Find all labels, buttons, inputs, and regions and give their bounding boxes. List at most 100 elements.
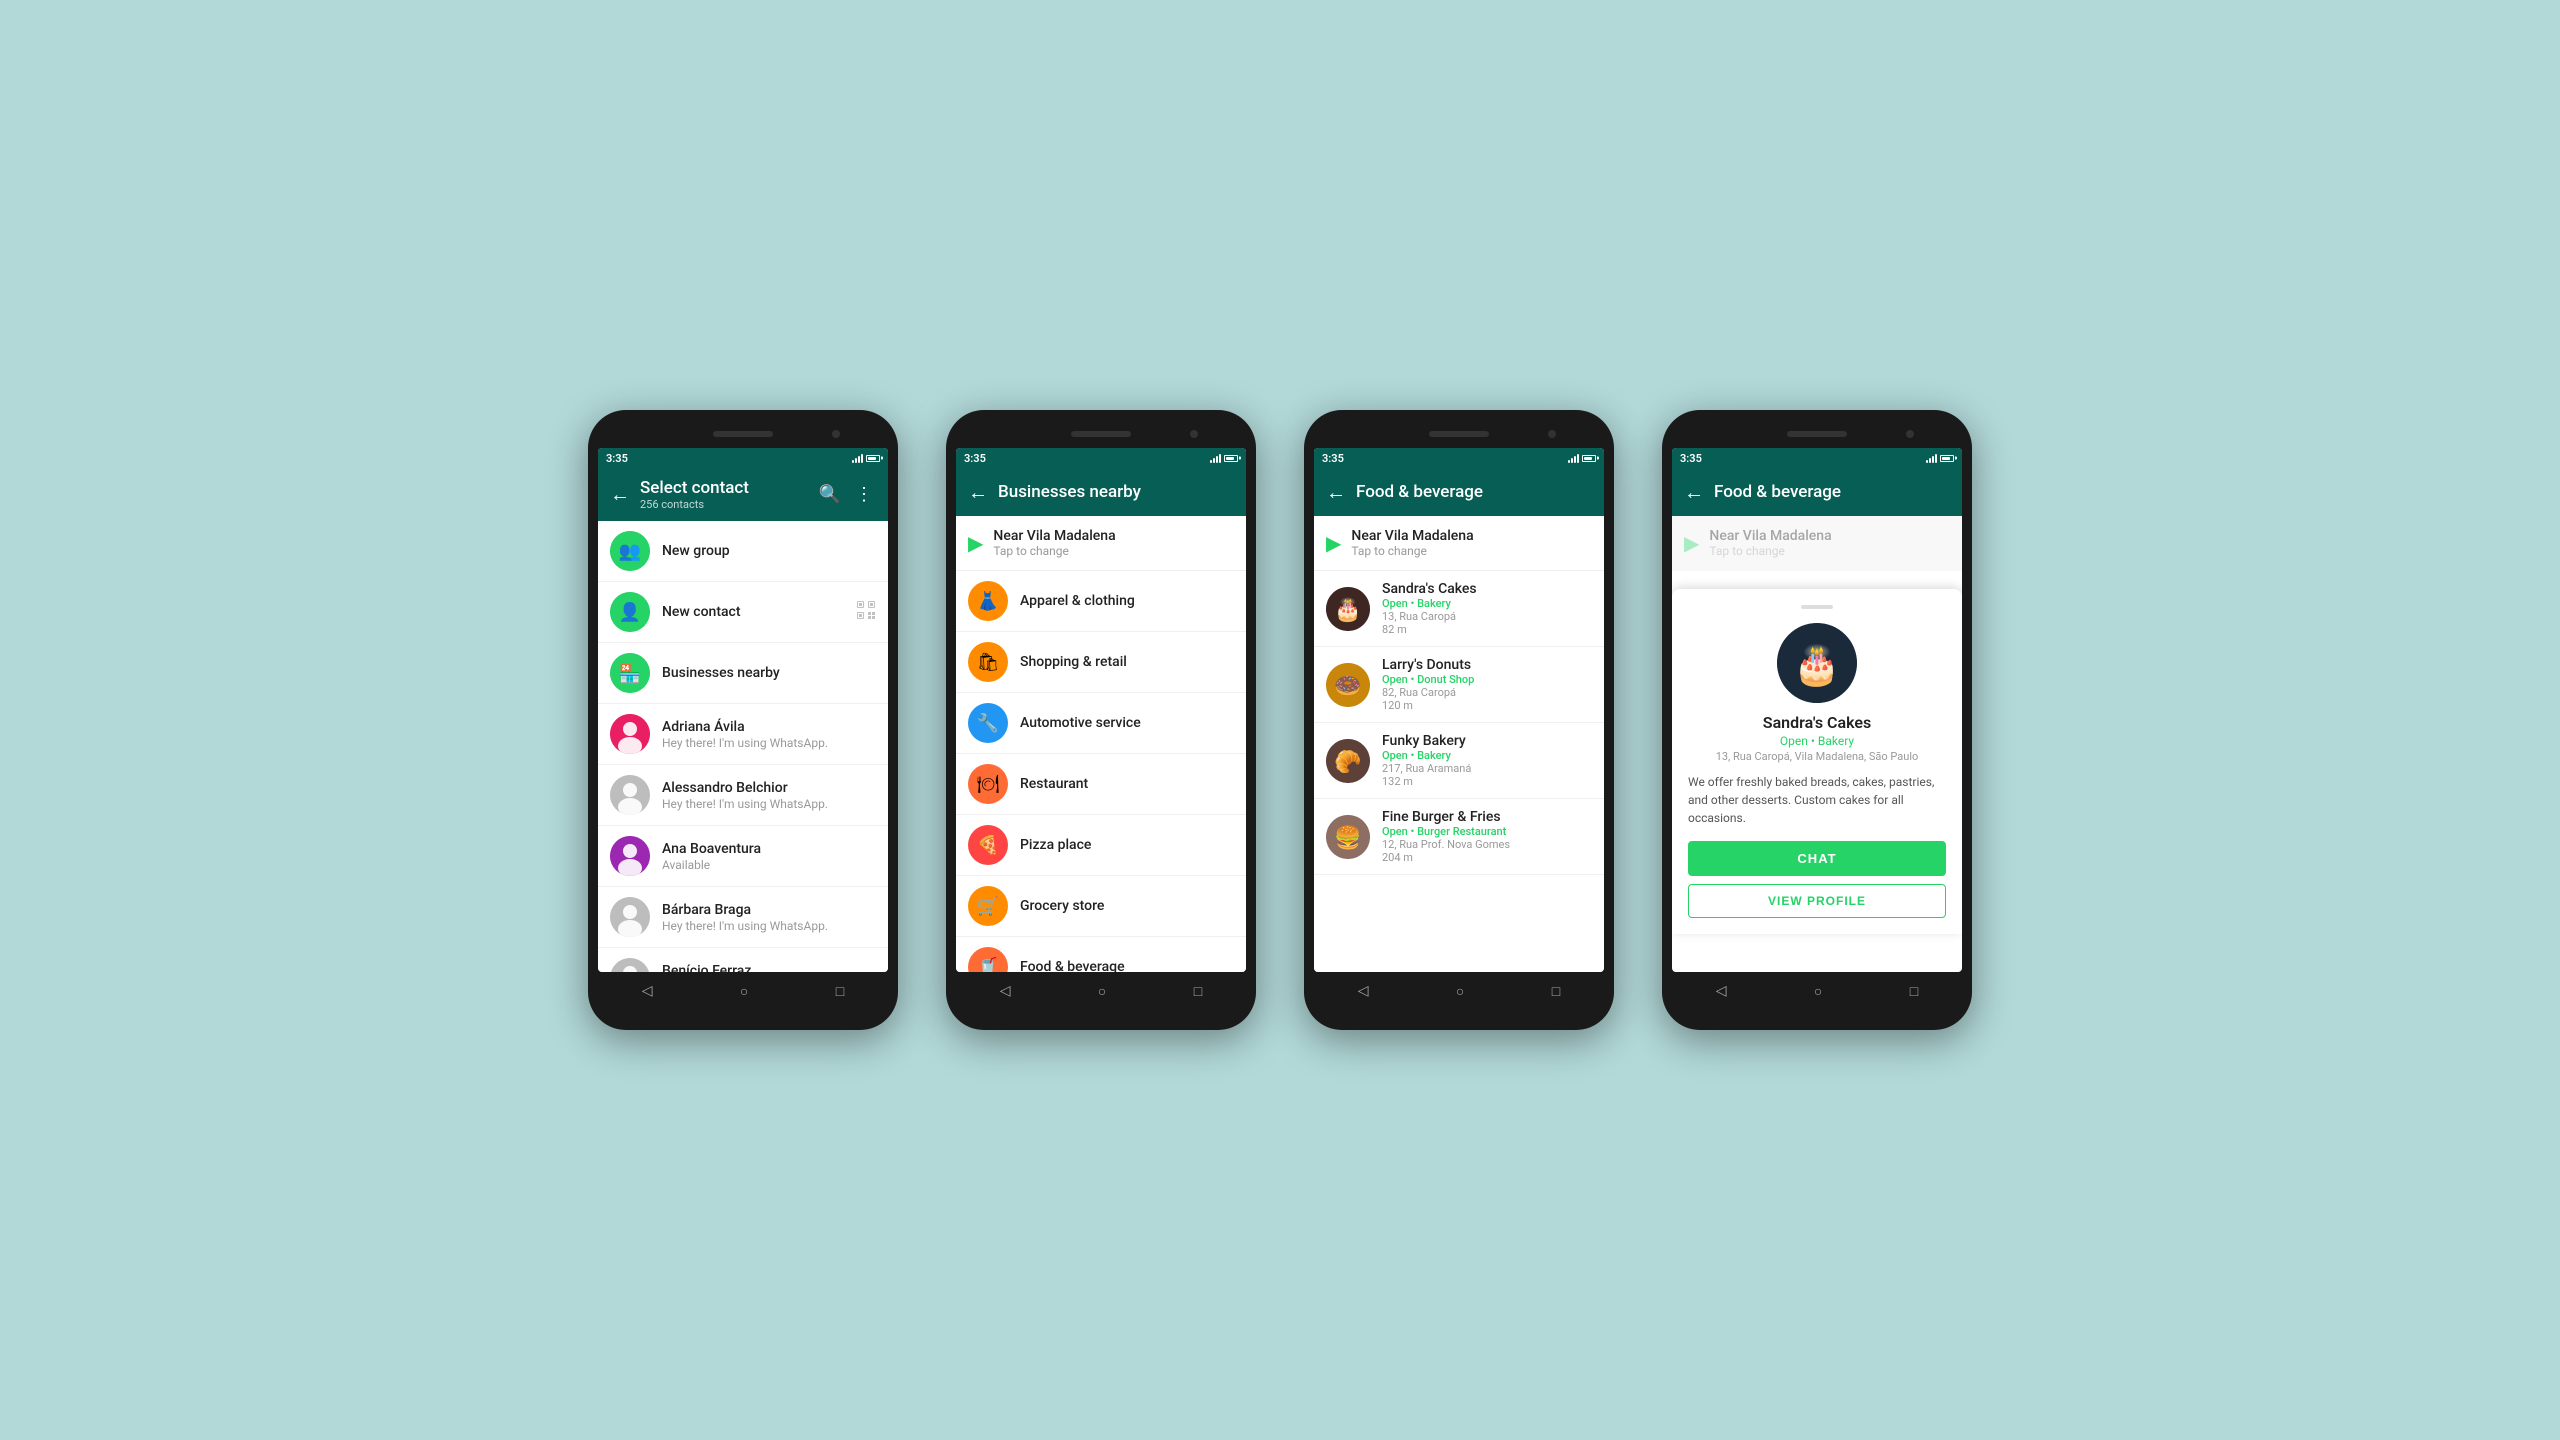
cat-grocery[interactable]: 🛒 Grocery store [956, 876, 1246, 937]
sandras-name: Sandra's Cakes [1382, 581, 1477, 597]
cat-pizza[interactable]: 🍕 Pizza place [956, 815, 1246, 876]
sandras-dist: 82 m [1382, 623, 1477, 636]
phone-2: 3:35 ← Businesses nearby ▶ Near Vila Mad… [946, 410, 1256, 1030]
biz-larrys[interactable]: 🍩 Larry's Donuts Open • Donut Shop 82, R… [1314, 647, 1604, 723]
time-4: 3:35 [1680, 452, 1702, 465]
burger-name: Fine Burger & Fries [1382, 809, 1510, 825]
location-sub-4: Tap to change [1709, 544, 1831, 558]
phone-1: 3:35 ← Select contact 256 contacts 🔍 ⋮ [588, 410, 898, 1030]
svg-text:🍩: 🍩 [1334, 674, 1361, 699]
food-label: Food & beverage [1020, 959, 1125, 972]
recents-nav-1[interactable]: □ [836, 983, 844, 1000]
camera-4 [1906, 430, 1914, 438]
back-button-1[interactable]: ← [610, 482, 630, 507]
chat-button[interactable]: CHAT [1688, 841, 1946, 876]
phone-2-nav: ◁ ○ □ [956, 972, 1246, 1010]
food-icon: 🥤 [968, 947, 1008, 972]
home-nav-1[interactable]: ○ [740, 983, 748, 1000]
view-profile-button[interactable]: VIEW PROFILE [1688, 884, 1946, 918]
biz-sandras[interactable]: 🎂 Sandra's Cakes Open • Bakery 13, Rua C… [1314, 571, 1604, 647]
phone-2-screen: 3:35 ← Businesses nearby ▶ Near Vila Mad… [956, 448, 1246, 972]
contact-adriana[interactable]: Adriana Ávila Hey there! I'm using Whats… [598, 704, 888, 765]
contact-benicio-name: Benício Ferraz [662, 963, 876, 973]
phone-3-bottom [1314, 1010, 1604, 1020]
back-button-3[interactable]: ← [1326, 480, 1346, 505]
recents-nav-2[interactable]: □ [1194, 983, 1202, 1000]
recents-nav-3[interactable]: □ [1552, 983, 1560, 1000]
svg-text:🏪: 🏪 [619, 663, 641, 685]
status-bar-1: 3:35 [598, 448, 888, 468]
cat-restaurant[interactable]: 🍽 Restaurant [956, 754, 1246, 815]
location-bar-3[interactable]: ▶ Near Vila Madalena Tap to change [1314, 516, 1604, 571]
contact-ana-name: Ana Boaventura [662, 841, 876, 857]
cat-shopping[interactable]: 🛍 Shopping & retail [956, 632, 1246, 693]
back-button-2[interactable]: ← [968, 480, 988, 505]
back-nav-1[interactable]: ◁ [642, 983, 653, 999]
new-group-icon: 👥 [610, 531, 650, 571]
phone-3-screen: 3:35 ← Food & beverage ▶ Near Vila Madal… [1314, 448, 1604, 972]
status-icons-3 [1568, 453, 1596, 463]
funky-addr: 217, Rua Aramaná [1382, 762, 1471, 775]
phone-4-top-bar [1672, 420, 1962, 448]
larrys-name: Larry's Donuts [1382, 657, 1474, 673]
phone-3: 3:35 ← Food & beverage ▶ Near Vila Madal… [1304, 410, 1614, 1030]
location-name-3: Near Vila Madalena [1351, 528, 1473, 544]
pizza-icon: 🍕 [968, 825, 1008, 865]
funky-name: Funky Bakery [1382, 733, 1471, 749]
larrys-sub: Open • Donut Shop [1382, 673, 1474, 686]
grocery-label: Grocery store [1020, 898, 1104, 914]
back-nav-4[interactable]: ◁ [1716, 983, 1727, 999]
back-nav-3[interactable]: ◁ [1358, 983, 1369, 999]
profile-avatar: 🎂 [1777, 623, 1857, 703]
contact-barbara[interactable]: Bárbara Braga Hey there! I'm using Whats… [598, 887, 888, 948]
app-bar-3: ← Food & beverage [1314, 468, 1604, 516]
contact-benicio[interactable]: Benício Ferraz Disponível [598, 948, 888, 972]
recents-nav-4[interactable]: □ [1910, 983, 1918, 1000]
businesses-content: ▶ Near Vila Madalena Tap to change 🎂 San… [1314, 516, 1604, 972]
avatar-sandras: 🎂 [1326, 587, 1370, 631]
avatar-benicio [610, 958, 650, 972]
pizza-label: Pizza place [1020, 837, 1091, 853]
location-name-2: Near Vila Madalena [993, 528, 1115, 544]
signal-1 [852, 453, 863, 463]
home-nav-3[interactable]: ○ [1456, 983, 1464, 1000]
contact-alessandro-name: Alessandro Belchior [662, 780, 876, 796]
svg-text:👥: 👥 [619, 541, 641, 562]
biz-burger[interactable]: 🍔 Fine Burger & Fries Open • Burger Rest… [1314, 799, 1604, 875]
larrys-dist: 120 m [1382, 699, 1474, 712]
search-icon-1[interactable]: 🔍 [818, 484, 842, 505]
cat-food[interactable]: 🥤 Food & beverage [956, 937, 1246, 972]
apparel-label: Apparel & clothing [1020, 593, 1135, 609]
home-nav-4[interactable]: ○ [1814, 983, 1822, 1000]
new-contact-item[interactable]: 👤 New contact [598, 582, 888, 643]
new-group-item[interactable]: 👥 New group [598, 521, 888, 582]
app-title-4: Food & beverage [1714, 482, 1950, 502]
speaker [713, 431, 773, 437]
location-bar-2[interactable]: ▶ Near Vila Madalena Tap to change [956, 516, 1246, 571]
speaker-4 [1787, 431, 1847, 437]
new-contact-icon: 👤 [610, 592, 650, 632]
businesses-nearby-item[interactable]: 🏪 Businesses nearby [598, 643, 888, 704]
burger-sub: Open • Burger Restaurant [1382, 825, 1510, 838]
biz-funky[interactable]: 🥐 Funky Bakery Open • Bakery 217, Rua Ar… [1314, 723, 1604, 799]
home-nav-2[interactable]: ○ [1098, 983, 1106, 1000]
profile-type: Open • Bakery [1688, 734, 1946, 748]
cat-automotive[interactable]: 🔧 Automotive service [956, 693, 1246, 754]
back-nav-2[interactable]: ◁ [1000, 983, 1011, 999]
app-bar-1: ← Select contact 256 contacts 🔍 ⋮ [598, 468, 888, 521]
phone-4-nav: ◁ ○ □ [1672, 972, 1962, 1010]
cat-apparel[interactable]: 👗 Apparel & clothing [956, 571, 1246, 632]
contact-ana[interactable]: Ana Boaventura Available [598, 826, 888, 887]
contact-adriana-sub: Hey there! I'm using WhatsApp. [662, 736, 876, 750]
contact-barbara-sub: Hey there! I'm using WhatsApp. [662, 919, 876, 933]
more-icon-1[interactable]: ⋮ [852, 484, 876, 505]
location-bar-4: ▶ Near Vila Madalena Tap to change [1672, 516, 1962, 571]
phone-2-bottom [956, 1010, 1246, 1020]
categories-content: ▶ Near Vila Madalena Tap to change 👗 App… [956, 516, 1246, 972]
funky-dist: 132 m [1382, 775, 1471, 788]
back-button-4[interactable]: ← [1684, 480, 1704, 505]
status-icons-4 [1926, 453, 1954, 463]
location-icon-4: ▶ [1684, 531, 1699, 555]
status-icons-1 [852, 453, 880, 463]
contact-alessandro[interactable]: Alessandro Belchior Hey there! I'm using… [598, 765, 888, 826]
